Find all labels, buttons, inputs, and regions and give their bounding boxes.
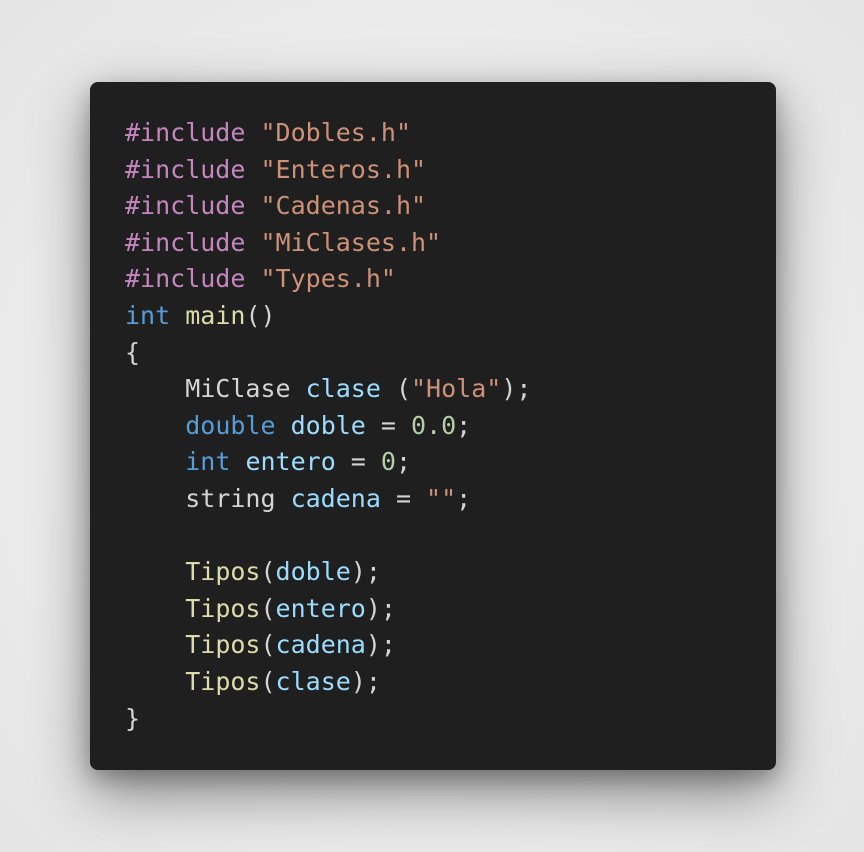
- code-line: int main(): [125, 298, 776, 335]
- code-token-function: main: [185, 300, 246, 330]
- code-token-directive: #include: [125, 154, 246, 184]
- code-token-plain: ;: [456, 410, 472, 440]
- code-line: #include "Enteros.h": [125, 152, 776, 189]
- code-token-variable: clase: [275, 666, 351, 696]
- code-line: Tipos(doble);: [125, 554, 776, 591]
- code-token-keyword: int: [185, 447, 231, 477]
- code-token-string: "Cadenas.h": [260, 191, 427, 221]
- code-token-number: 0: [380, 447, 396, 477]
- code-line: #include "MiClases.h": [125, 225, 776, 262]
- code-token-function: Tipos: [185, 557, 261, 587]
- code-token-function: Tipos: [185, 666, 261, 696]
- code-line: int entero = 0;: [125, 444, 776, 481]
- code-token-string: "Types.h": [260, 264, 396, 294]
- code-token-plain: );: [365, 593, 396, 623]
- code-token-plain: (: [380, 374, 411, 404]
- code-block: #include "Dobles.h" #include "Enteros.h" #…: [125, 115, 776, 737]
- code-token-string: "MiClases.h": [260, 227, 442, 257]
- code-token-variable: entero: [245, 447, 336, 477]
- code-token-plain: (: [260, 666, 276, 696]
- code-token-plain: );: [350, 666, 381, 696]
- code-snippet-card: #include "Dobles.h" #include "Enteros.h" #…: [90, 82, 776, 770]
- code-token-keyword: double: [185, 410, 276, 440]
- code-token-plain: (: [260, 593, 276, 623]
- code-token-number: 0.0: [411, 410, 457, 440]
- code-line: Tipos(entero);: [125, 591, 776, 628]
- code-token-plain: =: [335, 447, 381, 477]
- code-token-directive: #include: [125, 118, 246, 147]
- code-token-plain: }: [125, 703, 141, 733]
- code-token-string: "Hola": [411, 374, 502, 404]
- code-token-variable: doble: [275, 557, 351, 587]
- code-token-variable: cadena: [290, 483, 381, 513]
- code-token-plain: =: [365, 410, 412, 440]
- code-token-plain: =: [380, 483, 427, 513]
- code-token-directive: #include: [125, 191, 246, 221]
- code-token-plain: (): [245, 300, 276, 330]
- code-line: #include "Cadenas.h": [125, 188, 776, 225]
- code-token-variable: doble: [290, 410, 366, 440]
- code-token-plain: string: [125, 483, 291, 513]
- code-line: #include "Dobles.h": [125, 115, 776, 152]
- code-token-plain: (: [260, 557, 276, 587]
- code-token-function: Tipos: [185, 593, 261, 623]
- code-token-directive: #include: [125, 264, 246, 294]
- code-token-plain: ;: [395, 447, 412, 477]
- code-token-variable: cadena: [275, 630, 366, 660]
- code-line: string cadena = "";: [125, 481, 776, 518]
- code-line: #include "Types.h": [125, 261, 776, 298]
- code-token-plain: MiClase: [125, 374, 306, 404]
- code-line: }: [125, 701, 776, 738]
- code-token-plain: (: [260, 630, 276, 660]
- code-line: MiClase clase ("Hola");: [125, 371, 776, 408]
- code-token-plain: );: [365, 630, 396, 660]
- code-token-function: Tipos: [185, 630, 261, 660]
- code-token-keyword: int: [125, 300, 171, 330]
- code-line: double doble = 0.0;: [125, 408, 776, 445]
- code-line: {: [125, 335, 776, 372]
- code-token-directive: #include: [125, 227, 246, 257]
- code-token-plain: ;: [456, 483, 472, 513]
- code-token-variable: entero: [275, 593, 366, 623]
- code-line: Tipos(cadena);: [125, 627, 776, 664]
- code-line: Tipos(clase);: [125, 664, 776, 701]
- code-token-plain: );: [350, 557, 381, 587]
- code-token-plain: );: [501, 374, 532, 404]
- code-token-string: "Dobles.h": [260, 118, 411, 147]
- code-token-string: "Enteros.h": [260, 154, 427, 184]
- code-token-variable: clase: [305, 374, 381, 404]
- code-token-string: "": [426, 483, 457, 513]
- code-token-plain: {: [125, 337, 141, 367]
